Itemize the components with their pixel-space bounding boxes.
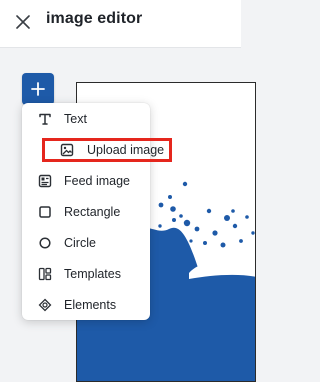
- menu-item-label: Circle: [64, 235, 96, 250]
- page-title: image editor: [46, 10, 143, 27]
- add-element-menu: Text Upload image Feed image Rectangle C…: [22, 103, 172, 320]
- menu-item-label: Text: [64, 111, 87, 126]
- menu-item-feed-image[interactable]: Feed image: [22, 165, 150, 196]
- menu-item-label: Feed image: [64, 173, 131, 188]
- menu-item-upload-image[interactable]: Upload image: [42, 138, 172, 162]
- rectangle-icon: [36, 203, 54, 221]
- menu-item-circle[interactable]: Circle: [22, 227, 150, 258]
- top-bar: image editor: [0, 0, 241, 48]
- menu-item-label: Upload image: [87, 143, 165, 157]
- upload-image-icon: [58, 141, 76, 159]
- menu-item-templates[interactable]: Templates: [22, 258, 150, 289]
- menu-item-elements[interactable]: Elements: [22, 289, 150, 320]
- templates-icon: [36, 265, 54, 283]
- menu-item-text[interactable]: Text: [22, 103, 150, 134]
- close-button[interactable]: [10, 9, 36, 35]
- menu-item-label: Elements: [64, 297, 117, 312]
- close-icon: [16, 15, 30, 29]
- menu-item-label: Rectangle: [64, 204, 121, 219]
- text-icon: [36, 110, 54, 128]
- feed-image-icon: [36, 172, 54, 190]
- elements-icon: [36, 296, 54, 314]
- add-element-button[interactable]: [22, 73, 54, 105]
- menu-item-rectangle[interactable]: Rectangle: [22, 196, 150, 227]
- plus-icon: [31, 82, 45, 96]
- menu-item-label: Templates: [64, 266, 121, 281]
- circle-icon: [36, 234, 54, 252]
